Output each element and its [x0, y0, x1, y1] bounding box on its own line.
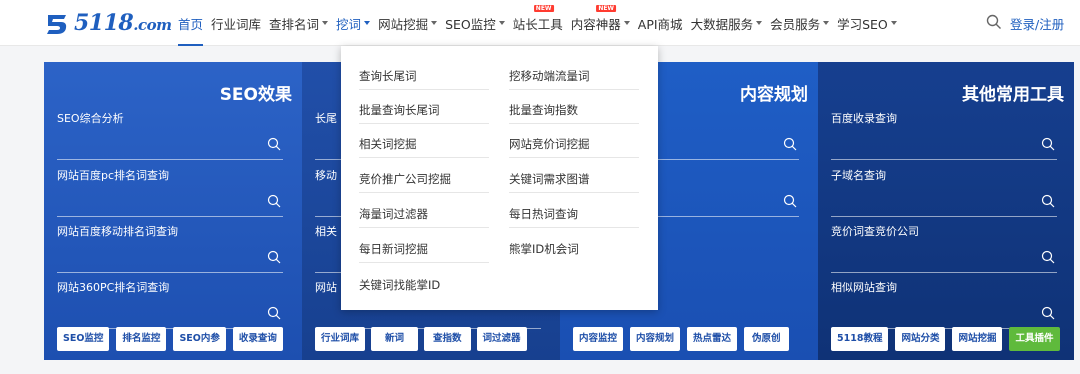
tool-input[interactable]: 子域名查询	[831, 167, 1057, 217]
panel-title: 内容规划	[740, 85, 808, 105]
tool-plugin-button[interactable]: 工具插件	[1009, 327, 1060, 351]
quick-button[interactable]: SEO监控	[57, 327, 110, 351]
search-icon[interactable]	[1041, 306, 1055, 320]
keyword-mining-dropdown: 查询长尾词 批量查询长尾词 相关词挖掘 竞价推广公司挖掘 海量词过滤器 每日新词…	[341, 46, 658, 310]
dropdown-item[interactable]: 批量查询指数	[509, 102, 639, 124]
chevron-down-icon	[823, 21, 830, 25]
nav-site-mining[interactable]: 网站挖掘	[378, 0, 438, 46]
chevron-down-icon	[890, 21, 897, 25]
quick-button[interactable]: 词过滤器	[476, 327, 527, 351]
quick-button[interactable]: 排名监控	[116, 327, 167, 351]
dropdown-item[interactable]: 关键词需求图谱	[509, 171, 639, 193]
nav-membership[interactable]: 会员服务	[770, 0, 830, 46]
quick-buttons: SEO监控 排名监控 SEO内参 收录查询	[57, 327, 283, 351]
panel-title: 其他常用工具	[962, 85, 1064, 105]
quick-button[interactable]: 内容规划	[630, 327, 681, 351]
chevron-down-icon	[364, 21, 371, 25]
nav-rank-words[interactable]: 查排名词	[269, 0, 329, 46]
quick-button[interactable]: 查指数	[424, 327, 471, 351]
tool-input[interactable]: 竞价词查竞价公司	[831, 223, 1057, 273]
dropdown-item[interactable]: 每日热词查询	[509, 206, 639, 228]
nav-seo-monitor[interactable]: SEO监控	[445, 0, 505, 46]
quick-button[interactable]: SEO内参	[173, 327, 226, 351]
dropdown-item[interactable]: 挖移动端流量词	[509, 68, 639, 90]
search-icon[interactable]	[783, 194, 797, 208]
chevron-down-icon	[431, 21, 438, 25]
quick-buttons: 内容监控 内容规划 热点雷达 伪原创	[573, 327, 789, 351]
tool-input[interactable]: 网站360PC排名词查询	[57, 279, 283, 329]
quick-button[interactable]: 收录查询	[232, 327, 283, 351]
tool-input[interactable]: 相似网站查询	[831, 279, 1057, 329]
quick-button[interactable]: 网站分类	[895, 327, 946, 351]
search-icon[interactable]	[986, 14, 1002, 30]
search-icon[interactable]	[267, 137, 281, 151]
chevron-down-icon	[756, 21, 763, 25]
quick-button[interactable]: 行业词库	[315, 327, 366, 351]
quick-button[interactable]: 伪原创	[744, 327, 789, 351]
tool-input[interactable]: SEO综合分析	[57, 110, 283, 160]
top-navigation-bar: 5118.com 首页 行业词库 查排名词 挖词 网站挖掘 SEO监控 NEW 站…	[0, 0, 1080, 46]
dropdown-item[interactable]: 海量词过滤器	[359, 206, 489, 228]
nav-home[interactable]: 首页	[178, 0, 204, 46]
search-icon[interactable]	[1041, 194, 1055, 208]
quick-button[interactable]: 5118教程	[831, 327, 889, 351]
quick-buttons: 行业词库 新词 查指数 词过滤器	[315, 327, 527, 351]
login-register-link[interactable]: 登录/注册	[1010, 14, 1064, 33]
logo-mark-icon	[47, 15, 67, 34]
nav-learn-seo[interactable]: 学习SEO	[837, 0, 897, 46]
search-icon[interactable]	[267, 194, 281, 208]
search-icon[interactable]	[783, 137, 797, 151]
nav-api-store[interactable]: API商城	[638, 0, 683, 46]
dropdown-item[interactable]: 网站竞价词挖掘	[509, 136, 639, 158]
site-logo[interactable]: 5118.com	[44, 7, 172, 39]
dropdown-item[interactable]: 批量查询长尾词	[359, 102, 489, 124]
main-menu: 首页 行业词库 查排名词 挖词 网站挖掘 SEO监控 NEW 站长工具 NEW 内容…	[178, 0, 905, 46]
search-icon[interactable]	[1041, 137, 1055, 151]
dropdown-item[interactable]: 关键词找能掌ID	[359, 277, 489, 299]
dropdown-item[interactable]: 竞价推广公司挖掘	[359, 171, 489, 193]
new-badge: NEW	[596, 5, 617, 12]
search-icon[interactable]	[1041, 250, 1055, 264]
search-icon[interactable]	[267, 306, 281, 320]
panel-other-tools: 其他常用工具 百度收录查询 子域名查询 竞价词查竞价公司 相似网站查询 5118…	[818, 62, 1074, 360]
chevron-down-icon	[498, 21, 505, 25]
quick-button[interactable]: 热点雷达	[687, 327, 738, 351]
nav-industry-lexicon[interactable]: 行业词库	[211, 0, 261, 46]
tool-input[interactable]: 百度收录查询	[831, 110, 1057, 160]
logo-text: 5118.com	[74, 10, 172, 36]
dropdown-item[interactable]: 查询长尾词	[359, 68, 489, 90]
panel-title: SEO效果	[219, 85, 292, 105]
nav-keyword-mining[interactable]: 挖词	[336, 0, 371, 46]
nav-webmaster-tools[interactable]: NEW 站长工具	[513, 0, 563, 46]
chevron-down-icon	[623, 21, 630, 25]
tool-input[interactable]: 网站百度移动排名词查询	[57, 223, 283, 273]
quick-buttons: 5118教程 网站分类 网站挖掘 工具插件	[831, 327, 1060, 351]
quick-button[interactable]: 新词	[371, 327, 419, 351]
dropdown-item[interactable]: 熊掌ID机会词	[509, 241, 639, 263]
panel-seo-effect: SEO效果 SEO综合分析 网站百度pc排名词查询 网站百度移动排名词查询 网站…	[44, 62, 302, 360]
dropdown-item[interactable]: 相关词挖掘	[359, 136, 489, 158]
dropdown-item[interactable]: 每日新词挖掘	[359, 241, 489, 263]
search-icon[interactable]	[267, 250, 281, 264]
nav-content-tools[interactable]: NEW 内容神器	[571, 0, 630, 46]
nav-big-data[interactable]: 大数据服务	[691, 0, 763, 46]
quick-button[interactable]: 网站挖掘	[952, 327, 1003, 351]
chevron-down-icon	[322, 21, 329, 25]
new-badge: NEW	[533, 5, 554, 12]
quick-button[interactable]: 内容监控	[573, 327, 624, 351]
tool-input[interactable]: 网站百度pc排名词查询	[57, 167, 283, 217]
